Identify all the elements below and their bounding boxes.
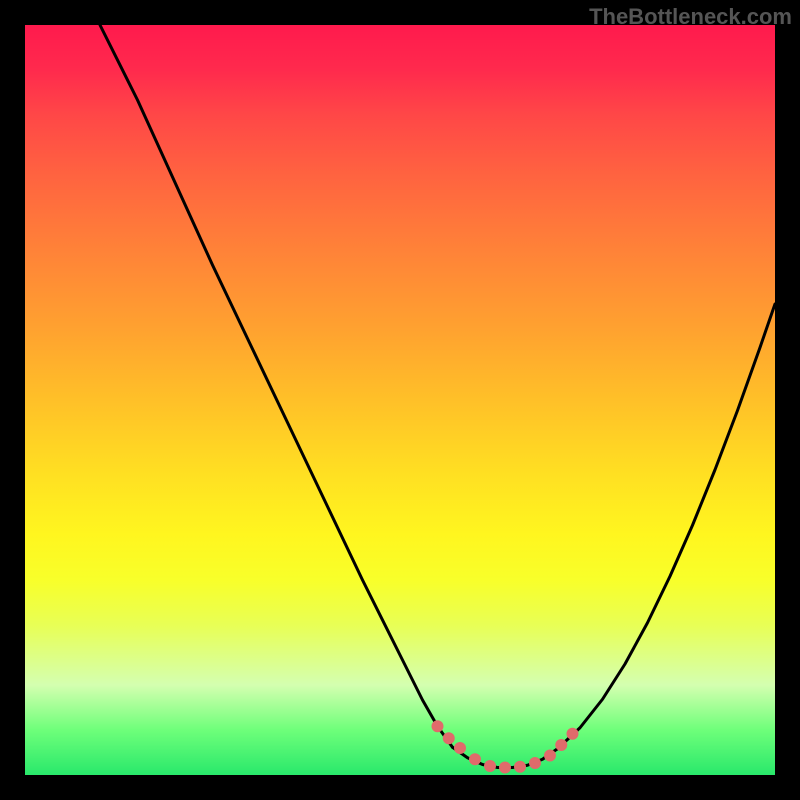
- plot-svg: [25, 25, 775, 775]
- curves-group: [100, 25, 775, 768]
- valley-marker-dot: [432, 721, 443, 732]
- valley-marker-dot: [556, 740, 567, 751]
- chart-root: TheBottleneck.com: [0, 0, 800, 800]
- curve-left-branch: [100, 25, 453, 747]
- curve-right-branch: [558, 304, 776, 749]
- valley-marker-dot: [500, 762, 511, 773]
- valley-marker-dot: [443, 733, 454, 744]
- watermark-text: TheBottleneck.com: [589, 4, 792, 30]
- valley-marker-dot: [485, 761, 496, 772]
- valley-marker-dot: [515, 761, 526, 772]
- valley-marker-dot: [530, 758, 541, 769]
- valley-marker-dot: [470, 754, 481, 765]
- valley-marker-dot: [545, 750, 556, 761]
- plot-background: [25, 25, 775, 775]
- valley-marker-dot: [455, 743, 466, 754]
- valley-marker-dot: [567, 728, 578, 739]
